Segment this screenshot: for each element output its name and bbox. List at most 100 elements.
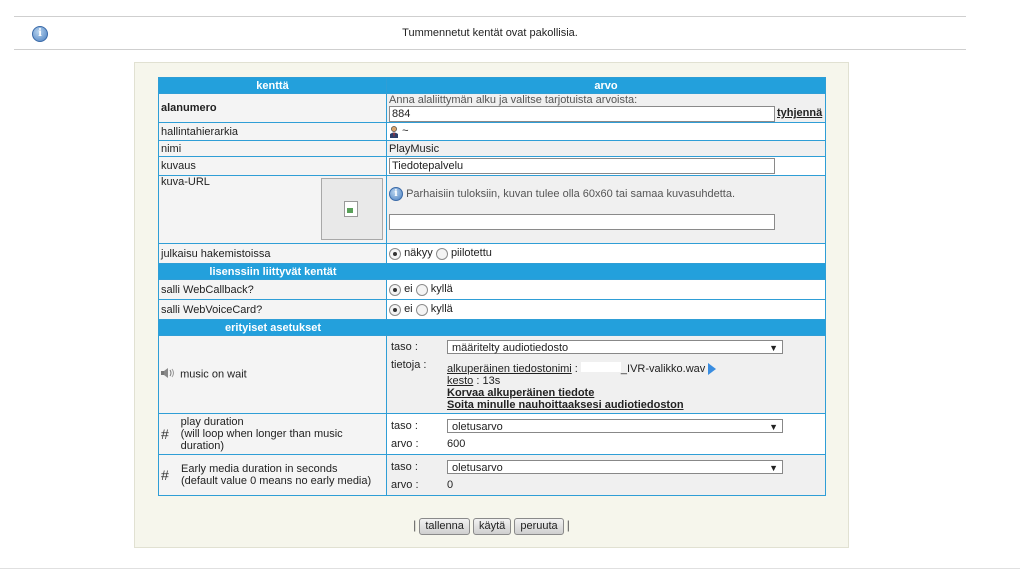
header-value: arvo: [386, 77, 826, 94]
play-icon[interactable]: [708, 363, 717, 376]
music-taso-label: taso :: [391, 341, 418, 353]
label-alanumero: alanumero: [158, 93, 387, 123]
alanumero-input[interactable]: 884: [389, 106, 775, 122]
cell-julkaisu: näkyy piilotettu: [386, 243, 826, 264]
cell-early-media: taso : oletusarvo ▼ arvo : 0: [386, 454, 826, 496]
bottom-divider: [0, 568, 1020, 569]
radio-webvoicecard-kylla[interactable]: [415, 303, 428, 316]
apply-button[interactable]: käytä: [472, 518, 512, 535]
label-kuvaus: kuvaus: [158, 156, 387, 176]
kuvaus-input[interactable]: Tiedotepalvelu: [389, 158, 775, 174]
row-play-duration: # play duration (will loop when longer t…: [158, 413, 826, 455]
music-tietoja-label: tietoja :: [391, 359, 427, 371]
label-webvoicecard: salli WebVoiceCard?: [158, 299, 387, 320]
row-alanumero: alanumero Anna alaliittymän alku ja vali…: [158, 93, 826, 123]
radio-webcallback-ei-label: ei: [404, 283, 413, 296]
cell-music-label: music on wait: [158, 335, 387, 414]
row-kuvaus: kuvaus Tiedotepalvelu: [158, 156, 826, 176]
kesto-value: : 13s: [476, 375, 501, 388]
label-kuva-url: kuva-URL: [161, 176, 210, 189]
radio-webcallback-kylla-label: kyllä: [430, 283, 453, 296]
record-audio-link[interactable]: Soita minulle nauhoittaaksesi audiotiedo…: [447, 399, 817, 411]
label-nimi: nimi: [158, 140, 387, 157]
kesto-label: kesto: [447, 375, 474, 388]
radio-piilotettu[interactable]: [435, 247, 448, 260]
row-julkaisu: julkaisu hakemistoissa näkyy piilotettu: [158, 243, 826, 264]
button-separator: |: [413, 518, 417, 532]
row-early-media: # Early media duration in seconds (defau…: [158, 454, 826, 496]
label-hallinta: hallintahierarkia: [158, 122, 387, 141]
cell-music: taso : määritelty audiotiedosto ▼ tietoj…: [386, 335, 826, 414]
label-play-duration: play duration: [180, 416, 244, 428]
radio-nakyy-label: näkyy: [404, 247, 433, 260]
early-arvo-label: arvo :: [391, 479, 419, 491]
notice-bar: i Tummennetut kentät ovat pakollisia.: [14, 17, 966, 49]
kuva-url-hint: Parhaisiin tuloksiin, kuvan tulee olla 6…: [406, 187, 736, 200]
row-music: music on wait taso : määritelty audiotie…: [158, 335, 826, 414]
speaker-icon: [161, 368, 177, 381]
radio-webcallback-ei[interactable]: [389, 283, 401, 296]
label-early-media: Early media duration in seconds: [181, 463, 338, 475]
clear-link[interactable]: tyhjennä: [777, 107, 822, 119]
header-field: kenttä: [158, 77, 387, 94]
radio-nakyy[interactable]: [389, 247, 401, 260]
cancel-button[interactable]: peruuta: [514, 518, 564, 535]
radio-piilotettu-label: piilotettu: [450, 247, 492, 260]
notice-divider: [14, 49, 966, 50]
settings-table: kenttä arvo alanumero Anna alaliittymän …: [158, 77, 826, 496]
notice-text: Tummennetut kentät ovat pakollisia.: [402, 27, 578, 39]
cell-kuva-label: kuva-URL: [158, 175, 387, 244]
info-icon-small: i: [389, 187, 403, 201]
cell-play-duration-label: # play duration (will loop when longer t…: [158, 413, 387, 455]
early-taso-value: oletusarvo: [452, 462, 503, 474]
cell-alanumero: Anna alaliittymän alku ja valitse tarjot…: [386, 93, 826, 123]
music-taso-select[interactable]: määritelty audiotiedosto ▼: [447, 340, 783, 354]
filename-value: _IVR-valikko.wav: [620, 363, 706, 375]
image-preview: [321, 178, 383, 240]
section-license-title: lisenssiin liittyvät kentät: [209, 265, 337, 278]
play-taso-select[interactable]: oletusarvo ▼: [447, 419, 783, 433]
cell-kuvaus: Tiedotepalvelu: [386, 156, 826, 176]
play-arvo-label: arvo :: [391, 438, 419, 450]
broken-image-icon: [344, 201, 358, 217]
row-nimi: nimi PlayMusic: [158, 140, 826, 157]
save-button[interactable]: tallenna: [419, 518, 470, 535]
play-arvo-value: 600: [447, 438, 466, 450]
cell-webcallback: ei kyllä: [386, 279, 826, 300]
early-arvo-value: 0: [447, 479, 454, 491]
cell-early-media-label: # Early media duration in seconds (defau…: [158, 454, 387, 496]
early-taso-label: taso :: [391, 461, 418, 473]
nimi-value: PlayMusic: [386, 140, 826, 157]
sublabel-play-duration: (will loop when longer than music durati…: [180, 428, 343, 452]
label-julkaisu: julkaisu hakemistoissa: [158, 243, 387, 264]
user-icon[interactable]: [389, 125, 399, 138]
cell-play-duration: taso : oletusarvo ▼ arvo : 600: [386, 413, 826, 455]
kuva-url-input[interactable]: [389, 214, 775, 230]
label-webcallback: salli WebCallback?: [158, 279, 387, 300]
filename-redacted: [580, 362, 621, 372]
replace-audio-link[interactable]: Korvaa alkuperäinen tiedote: [447, 387, 817, 399]
play-taso-value: oletusarvo: [452, 421, 503, 433]
cell-kuva-url: i Parhaisiin tuloksiin, kuvan tulee olla…: [386, 175, 826, 244]
form-panel: kenttä arvo alanumero Anna alaliittymän …: [134, 62, 849, 548]
cell-webvoicecard: ei kyllä: [386, 299, 826, 320]
chevron-down-icon: ▼: [769, 463, 778, 473]
row-kuva-url: kuva-URL i Parhaisiin tuloksiin, kuvan t…: [158, 175, 826, 244]
table-header: kenttä arvo: [158, 77, 826, 94]
section-special: erityiset asetukset: [158, 319, 826, 336]
radio-webvoicecard-ei[interactable]: [389, 303, 401, 316]
radio-webcallback-kylla[interactable]: [415, 283, 428, 296]
row-webvoicecard: salli WebVoiceCard? ei kyllä: [158, 299, 826, 320]
button-separator: |: [566, 518, 570, 532]
play-taso-label: taso :: [391, 420, 418, 432]
row-hallinta: hallintahierarkia ~: [158, 122, 826, 141]
music-taso-value: määritelty audiotiedosto: [452, 342, 569, 354]
section-license: lisenssiin liittyvät kentät: [158, 263, 826, 280]
hash-icon: #: [161, 426, 169, 442]
radio-webvoicecard-kylla-label: kyllä: [430, 303, 453, 316]
early-taso-select[interactable]: oletusarvo ▼: [447, 460, 783, 474]
sublabel-early-media: (default value 0 means no early media): [181, 475, 372, 487]
label-music: music on wait: [180, 368, 247, 381]
section-special-title: erityiset asetukset: [225, 321, 321, 334]
alanumero-hint: Anna alaliittymän alku ja valitse tarjot…: [389, 94, 638, 107]
